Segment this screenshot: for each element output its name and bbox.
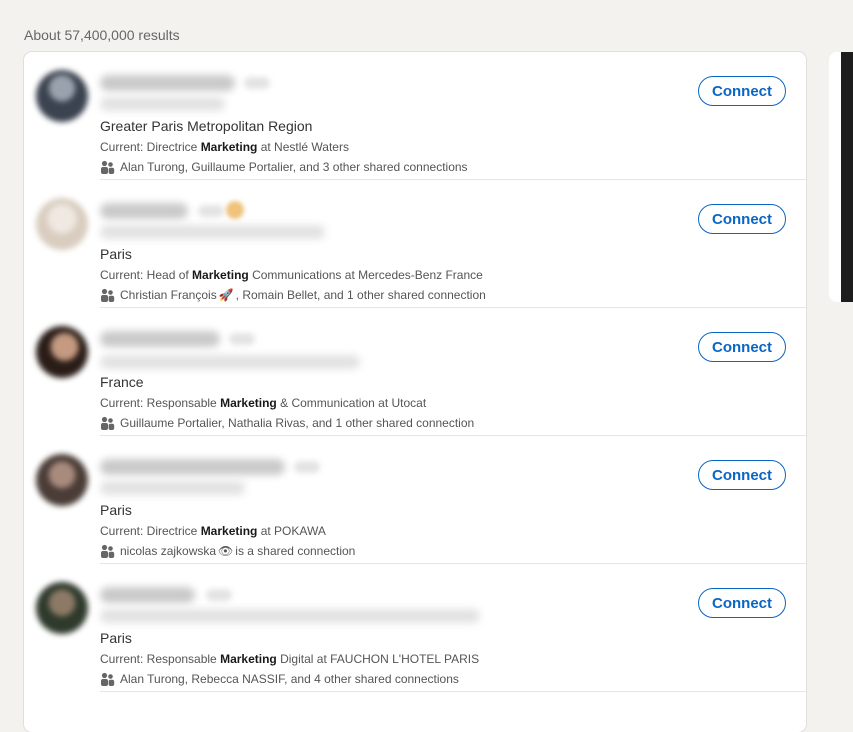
- connect-button[interactable]: Connect: [698, 76, 786, 106]
- shared-connections[interactable]: nicolas zajkowska 👁 is a shared connecti…: [100, 544, 355, 558]
- avatar[interactable]: [36, 326, 88, 378]
- shared-connections[interactable]: Christian François 🚀, Romain Bellet, and…: [100, 288, 486, 302]
- results-count: About 57,400,000 results: [24, 27, 180, 43]
- connection-degree: [244, 77, 270, 89]
- people-icon: [100, 544, 115, 558]
- result-item: Paris Current: Head of Marketing Communi…: [24, 180, 806, 308]
- location: Paris: [100, 502, 132, 518]
- shared-connections[interactable]: Alan Turong, Rebecca NASSIF, and 4 other…: [100, 672, 459, 686]
- location: France: [100, 374, 144, 390]
- profile-headline: [100, 225, 325, 239]
- connection-degree: [206, 589, 232, 601]
- connect-button[interactable]: Connect: [698, 204, 786, 234]
- connect-button[interactable]: Connect: [698, 332, 786, 362]
- profile-name[interactable]: [100, 203, 188, 219]
- location: Paris: [100, 246, 132, 262]
- premium-badge-icon: [226, 201, 244, 219]
- result-item: Greater Paris Metropolitan Region Curren…: [24, 52, 806, 180]
- profile-name[interactable]: [100, 459, 285, 475]
- avatar[interactable]: [36, 454, 88, 506]
- current-position: Current: Responsable Marketing & Communi…: [100, 396, 427, 410]
- people-icon: [100, 672, 115, 686]
- avatar[interactable]: [36, 70, 88, 122]
- people-icon: [100, 288, 115, 302]
- connection-degree: [229, 333, 255, 345]
- rocket-icon: 🚀: [218, 288, 234, 302]
- result-item: Paris Current: Responsable Marketing Dig…: [24, 564, 806, 692]
- profile-name[interactable]: [100, 75, 235, 91]
- shared-connections[interactable]: Guillaume Portalier, Nathalia Rivas, and…: [100, 416, 474, 430]
- profile-name[interactable]: [100, 331, 220, 347]
- location: Paris: [100, 630, 132, 646]
- connect-button[interactable]: Connect: [698, 460, 786, 490]
- avatar[interactable]: [36, 198, 88, 250]
- location: Greater Paris Metropolitan Region: [100, 118, 313, 134]
- people-icon: [100, 160, 115, 174]
- people-icon: [100, 416, 115, 430]
- search-results-list: Greater Paris Metropolitan Region Curren…: [24, 52, 806, 732]
- profile-headline: [100, 481, 245, 495]
- divider: [100, 691, 806, 692]
- connection-degree: [198, 205, 224, 217]
- eye-icon: 👁: [218, 544, 234, 558]
- profile-headline: [100, 355, 360, 369]
- connection-degree: [294, 461, 320, 473]
- result-item: Paris Current: Directrice Marketing at P…: [24, 436, 806, 564]
- side-panel-image: [841, 52, 853, 302]
- profile-headline: [100, 609, 480, 623]
- current-position: Current: Head of Marketing Communication…: [100, 268, 483, 282]
- result-item: France Current: Responsable Marketing & …: [24, 308, 806, 436]
- avatar[interactable]: [36, 582, 88, 634]
- current-position: Current: Directrice Marketing at Nestlé …: [100, 140, 349, 154]
- connect-button[interactable]: Connect: [698, 588, 786, 618]
- shared-connections[interactable]: Alan Turong, Guillaume Portalier, and 3 …: [100, 160, 468, 174]
- current-position: Current: Responsable Marketing Digital a…: [100, 652, 480, 666]
- current-position: Current: Directrice Marketing at POKAWA: [100, 524, 326, 538]
- profile-headline: [100, 97, 225, 111]
- profile-name[interactable]: [100, 587, 195, 603]
